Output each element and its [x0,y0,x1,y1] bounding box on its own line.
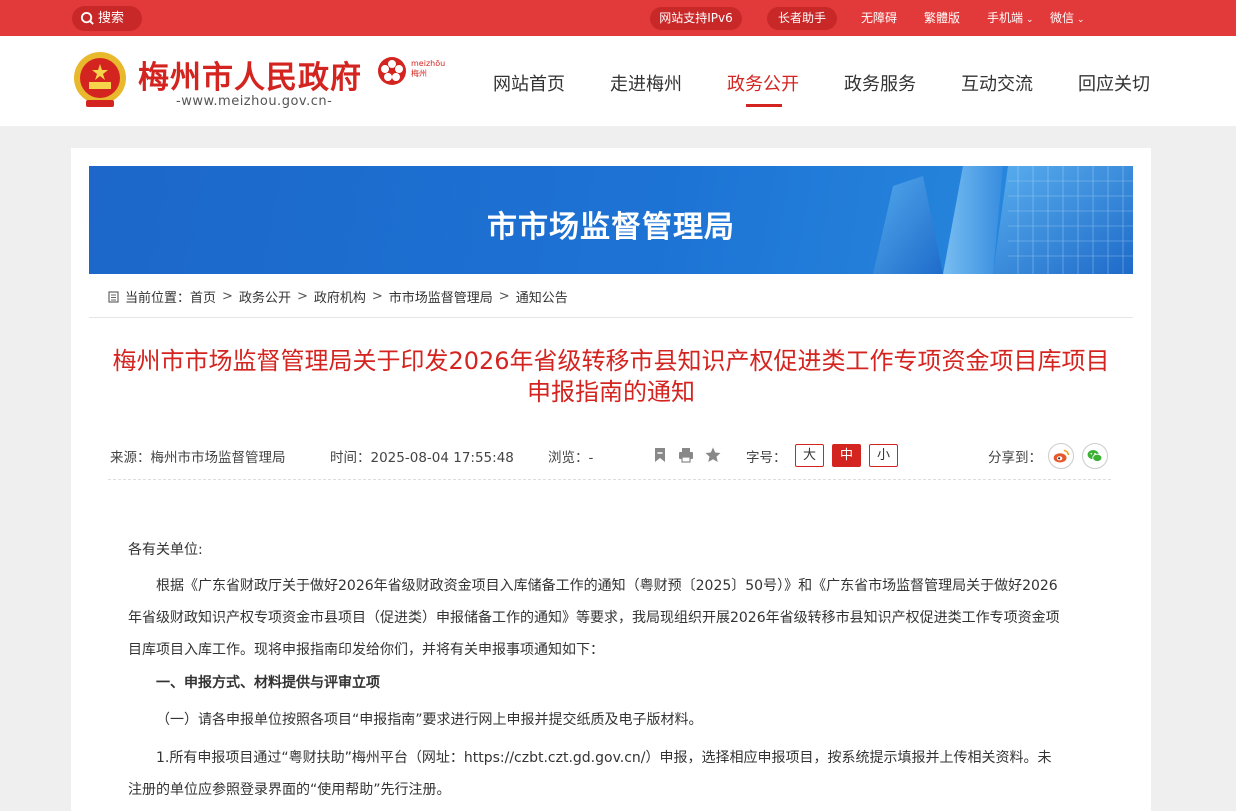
article-time: 时间：2025-08-04 17:55:48 [330,450,514,466]
paragraph-line: 注册的单位应参照登录界面的“使用帮助”先行注册。 [128,782,451,798]
chevron-down-icon: ⌄ [1077,15,1085,25]
search-label: 搜索 [98,11,125,26]
paragraph-line: 年省级财政知识产权专项资金市县项目（促进类）申报储备工作的通知》等要求，我局现组… [128,610,1060,626]
bookmark-icon[interactable] [651,446,669,464]
site-title[interactable]: 梅州市人民政府 [138,52,362,97]
mobile-dropdown[interactable]: 手机端 ⌄ [987,7,1034,30]
breadcrumb-item-gov-disclosure[interactable]: 政务公开 [239,287,291,306]
paragraph-line: 根据《广东省财政厅关于做好2026年省级财政资金项目入库储备工作的通知（粤财预〔… [156,578,1058,594]
article-views: 浏览：- [548,450,594,466]
breadcrumb-prefix: 当前位置： [125,291,191,306]
breadcrumb-separator: > [371,289,383,304]
traditional-chinese-link[interactable]: 繁體版 [924,7,960,30]
breadcrumb: 当前位置： 首页 > 政务公开 > 政府机构 > 市市场监督管理局 > 通知公告 [108,287,568,306]
font-size-large-button[interactable]: 大 [795,444,824,467]
city-logo-icon [378,57,406,85]
breadcrumb-separator: > [498,289,510,304]
weibo-share-icon[interactable] [1048,443,1074,469]
nav-item-about-meizhou[interactable]: 走进梅州 [610,70,682,96]
paragraph-line: 1.所有申报项目通过“粤财扶助”梅州平台（网址：https://czbt.czt… [156,750,1052,766]
site-url: -www.meizhou.gov.cn- [176,94,333,109]
top-bar: 搜索 网站支持IPv6 长者助手 无障碍 繁體版 手机端 ⌄ 微信 ⌄ [0,0,1236,36]
breadcrumb-separator: > [222,289,233,304]
city-logo-cn: 梅州 [411,69,427,78]
chevron-down-icon: ⌄ [1026,15,1034,25]
national-emblem-icon[interactable] [72,50,128,110]
elder-assistant-button[interactable]: 长者助手 [767,7,837,30]
city-logo-text: meizhōu 梅州 [411,59,445,79]
favorite-star-icon[interactable] [704,446,722,464]
breadcrumb-item-notices[interactable]: 通知公告 [516,287,568,306]
font-size-small-button[interactable]: 小 [869,444,898,467]
list-item: （一）请各申报单位按照各项目“申报指南”要求进行网上申报并提交纸质及电子版材料。 [156,712,703,728]
salutation: 各有关单位: [128,542,203,558]
meta-divider [108,479,1111,480]
nav-item-gov-disclosure[interactable]: 政务公开 [727,70,799,96]
department-banner: 市市场监督管理局 [89,166,1133,274]
mobile-label: 手机端 [987,11,1024,25]
article-title-line: 梅州市市场监督管理局关于印发2026年省级转移市县知识产权促进类工作专项资金项目… [112,347,1110,375]
share-label: 分享到： [988,450,1042,466]
search-icon [80,11,94,25]
breadcrumb-separator: > [296,289,308,304]
city-logo-pinyin: meizhōu [411,59,446,68]
ipv6-badge: 网站支持IPv6 [650,7,742,30]
location-icon [108,290,119,303]
paragraph: 1.所有申报项目通过“粤财扶助”梅州平台（网址：https://czbt.czt… [128,742,1098,806]
print-icon[interactable] [677,446,695,464]
breadcrumb-item-gov-agencies[interactable]: 政府机构 [314,287,366,306]
site-header: 梅州市人民政府 -www.meizhou.gov.cn- meizhōu 梅州 … [0,36,1236,126]
section-heading: 一、申报方式、材料提供与评审立项 [156,675,380,691]
accessibility-link[interactable]: 无障碍 [861,7,897,30]
article-title: 梅州市市场监督管理局关于印发2026年省级转移市县知识产权促进类工作专项资金项目… [100,346,1122,408]
wechat-dropdown[interactable]: 微信 ⌄ [1050,7,1085,30]
paragraph: 根据《广东省财政厅关于做好2026年省级财政资金项目入库储备工作的通知（粤财预〔… [128,570,1098,666]
article-title-line: 申报指南的通知 [527,378,695,406]
banner-title: 市市场监督管理局 [487,210,735,245]
breadcrumb-item-market-bureau[interactable]: 市市场监督管理局 [389,287,493,306]
breadcrumb-item-home[interactable]: 首页 [190,287,216,306]
search-button[interactable]: 搜索 [72,6,142,31]
nav-active-indicator [746,104,782,107]
nav-item-home[interactable]: 网站首页 [493,70,565,96]
breadcrumb-divider [89,317,1133,318]
nav-item-responses[interactable]: 回应关切 [1078,70,1150,96]
font-size-medium-button[interactable]: 中 [832,444,861,467]
wechat-share-icon[interactable] [1082,443,1108,469]
article-source: 来源：梅州市市场监督管理局 [110,450,286,466]
nav-item-interaction[interactable]: 互动交流 [961,70,1033,96]
nav-item-gov-services[interactable]: 政务服务 [844,70,916,96]
wechat-label: 微信 [1050,11,1075,25]
paragraph-line: 目库项目入库工作。现将申报指南印发给你们，并将有关申报事项通知如下： [128,642,604,658]
font-size-label: 字号： [746,450,787,466]
